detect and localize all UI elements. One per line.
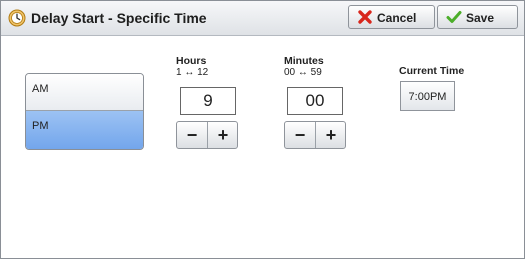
clock-icon: [8, 9, 26, 27]
am-option-label: AM: [32, 83, 49, 95]
minutes-value[interactable]: 00: [287, 87, 343, 115]
minutes-range: 00 ↔ 59: [284, 67, 322, 78]
am-option[interactable]: AM: [26, 74, 143, 111]
minutes-stepper: − +: [284, 121, 346, 149]
hours-stepper: − +: [176, 121, 238, 149]
pm-option[interactable]: PM: [26, 111, 143, 149]
hours-range: 1 ↔ 12: [176, 67, 209, 78]
cancel-label: Cancel: [377, 11, 417, 25]
hours-label: Hours: [176, 55, 207, 67]
current-time-value: 7:00PM: [400, 81, 455, 111]
green-check-icon: [446, 11, 462, 23]
pm-option-label: PM: [32, 120, 49, 132]
title-bar: Delay Start - Specific Time Cancel Save: [1, 1, 524, 36]
minutes-label: Minutes: [284, 55, 324, 67]
red-x-icon: [358, 10, 372, 24]
dialog-title: Delay Start - Specific Time: [31, 10, 207, 26]
am-pm-selector: AM PM: [25, 73, 144, 150]
delay-start-dialog: Delay Start - Specific Time Cancel Save …: [0, 0, 525, 259]
cancel-button[interactable]: Cancel: [348, 5, 435, 29]
hours-increment-button[interactable]: +: [208, 122, 238, 148]
save-button[interactable]: Save: [437, 5, 518, 29]
hours-decrement-button[interactable]: −: [177, 122, 208, 148]
save-label: Save: [466, 11, 495, 25]
minutes-increment-button[interactable]: +: [316, 122, 346, 148]
current-time-label: Current Time: [399, 65, 465, 77]
hours-value[interactable]: 9: [180, 87, 236, 115]
minutes-decrement-button[interactable]: −: [285, 122, 316, 148]
